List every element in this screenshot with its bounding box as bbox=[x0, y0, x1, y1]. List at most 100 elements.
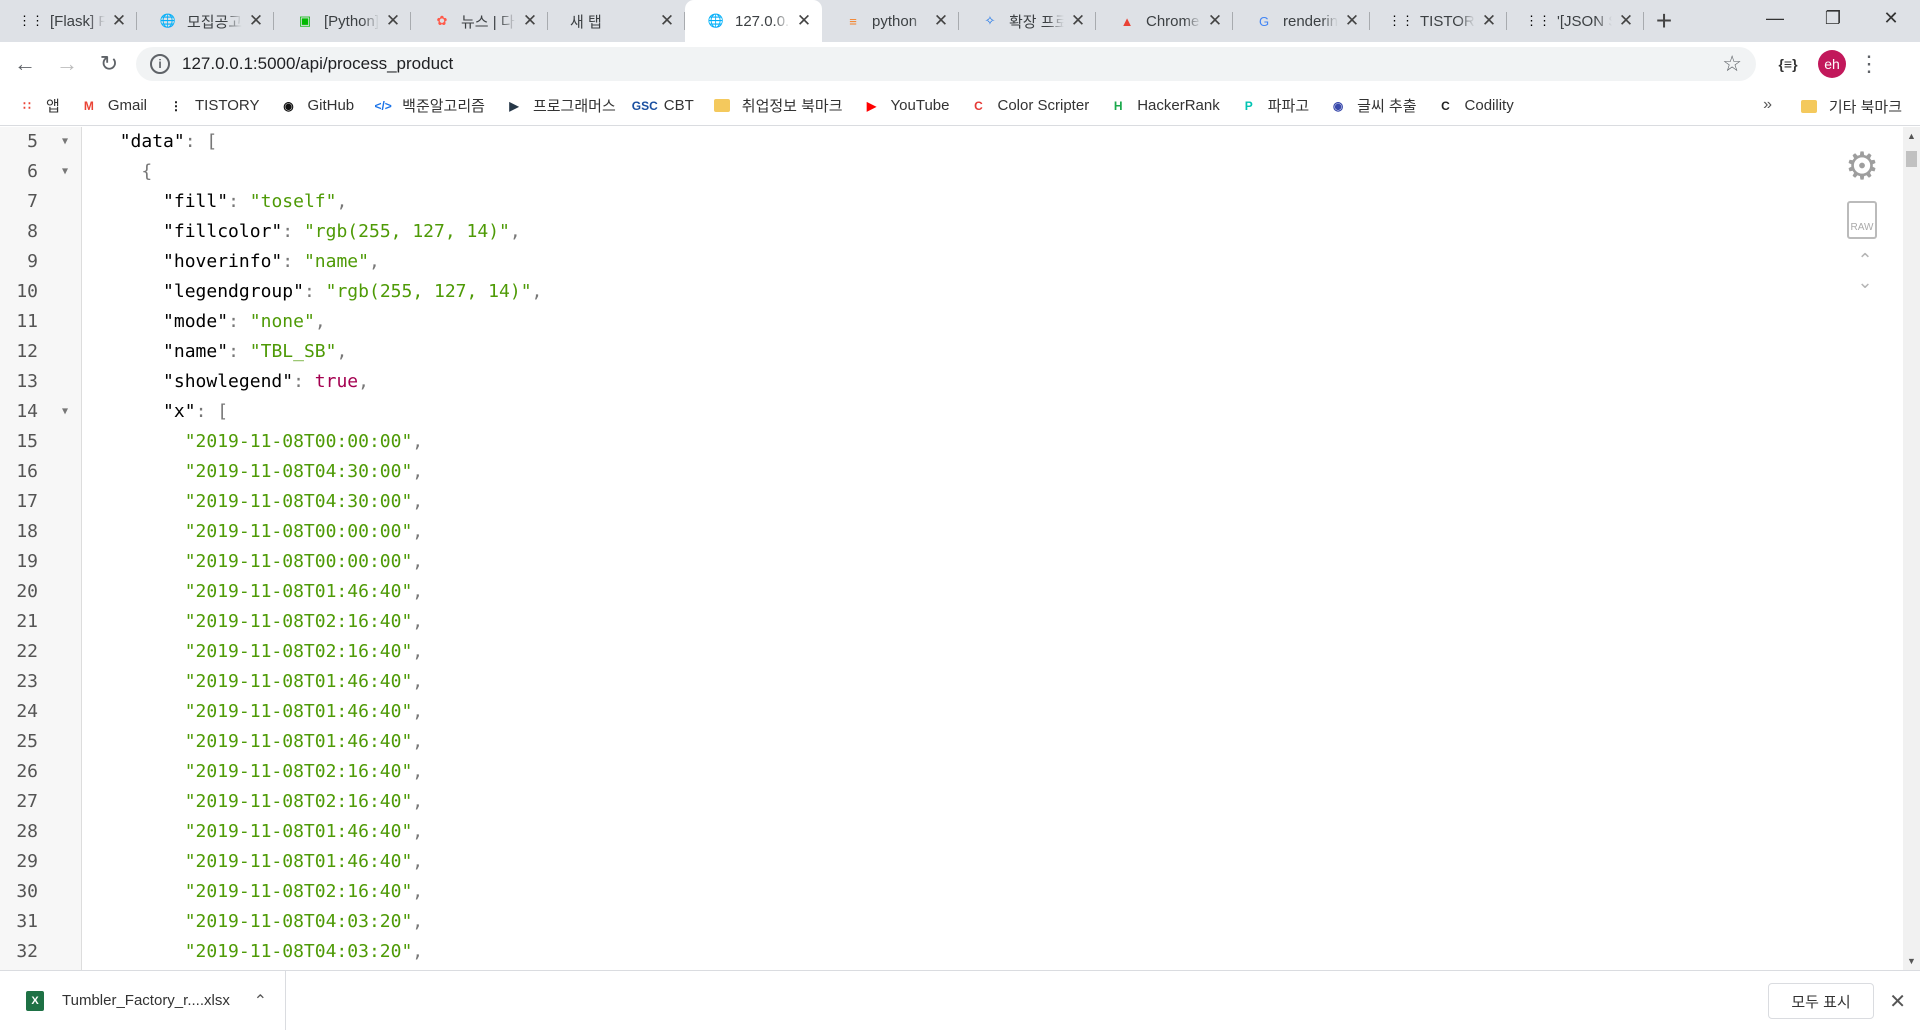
close-tab-icon[interactable]: ✕ bbox=[1344, 11, 1360, 31]
bookmark-label: Codility bbox=[1464, 97, 1514, 114]
tab-title: 새 탭 bbox=[570, 13, 602, 31]
tab-9[interactable]: Grendering ✕ bbox=[1233, 0, 1370, 42]
bookmark-1[interactable]: M Gmail bbox=[80, 97, 147, 115]
back-button[interactable]: ← bbox=[8, 47, 42, 81]
minimize-button[interactable]: — bbox=[1746, 0, 1804, 36]
bookmark-label: 취업정보 북마크 bbox=[741, 98, 843, 115]
fold-toggle-icon[interactable]: ▼ bbox=[62, 397, 68, 427]
close-tab-icon[interactable]: ✕ bbox=[1481, 11, 1497, 31]
close-tab-icon[interactable]: ✕ bbox=[796, 11, 812, 31]
bookmark-3[interactable]: ◉ GitHub bbox=[279, 97, 354, 115]
address-bar[interactable]: i 127.0.0.1:5000/api/process_product ☆ bbox=[136, 47, 1756, 81]
bookmark-8[interactable]: ▶ YouTube bbox=[863, 97, 950, 115]
bookmark-5[interactable]: ▶ 프로그래머스 bbox=[505, 95, 615, 116]
fold-toggle-icon[interactable]: ▼ bbox=[62, 157, 68, 187]
close-tab-icon[interactable]: ✕ bbox=[111, 11, 127, 31]
close-download-shelf-icon[interactable]: ✕ bbox=[1889, 989, 1906, 1014]
browser-menu-button[interactable]: ⋮ bbox=[1854, 46, 1884, 82]
tab-title: TISTORY bbox=[1420, 12, 1475, 30]
json-line: 18 "2019-11-08T00:00:00", bbox=[0, 517, 1860, 547]
json-line: 16 "2019-11-08T04:30:00", bbox=[0, 457, 1860, 487]
bookmark-11[interactable]: P 파파고 bbox=[1240, 95, 1309, 116]
maximize-button[interactable]: ❐ bbox=[1804, 0, 1862, 36]
tab-8[interactable]: ▲ Chrome ✕ bbox=[1096, 0, 1233, 42]
tab-10[interactable]: ⋮⋮ TISTORY ✕ bbox=[1370, 0, 1507, 42]
bookmarks-overflow-button[interactable]: » bbox=[1763, 96, 1772, 114]
bookmark-6[interactable]: GSC CBT bbox=[632, 97, 694, 115]
new-tab-button[interactable]: + bbox=[1644, 0, 1684, 42]
close-tab-icon[interactable]: ✕ bbox=[1618, 11, 1634, 31]
folder-icon bbox=[713, 99, 730, 112]
bookmark-10[interactable]: H HackerRank bbox=[1109, 97, 1220, 115]
tab-7[interactable]: ✧ 확장 프로그램 ✕ bbox=[959, 0, 1096, 42]
tab-11[interactable]: ⋮⋮ '[JSON S ✕ bbox=[1507, 0, 1644, 42]
tab-2[interactable]: ▣ [Python] ✕ bbox=[274, 0, 411, 42]
bookmark-4[interactable]: </> 백준알고리즘 bbox=[374, 95, 485, 116]
download-item[interactable]: X Tumbler_Factory_r....xlsx ⌃ bbox=[0, 970, 286, 1030]
json-line: 13 "showlegend": true, bbox=[0, 367, 1860, 397]
line-number: 26 bbox=[16, 761, 38, 782]
json-line: 32 "2019-11-08T04:03:20", bbox=[0, 937, 1860, 967]
site-info-icon[interactable]: i bbox=[150, 54, 170, 74]
close-tab-icon[interactable]: ✕ bbox=[1070, 11, 1086, 31]
close-tab-icon[interactable]: ✕ bbox=[522, 11, 538, 31]
json-string-value: "2019-11-08T02:16:40" bbox=[184, 791, 413, 812]
json-string-value: "2019-11-08T02:16:40" bbox=[184, 761, 413, 782]
tab-1[interactable]: 🌐 모집공고 ✕ bbox=[137, 0, 274, 42]
json-source: "x": [ bbox=[163, 401, 229, 422]
raw-view-button[interactable]: RAW bbox=[1847, 201, 1877, 239]
tab-0[interactable]: ⋮⋮ [Flask] Flask ✕ bbox=[0, 0, 137, 42]
json-string-value: "none" bbox=[249, 311, 315, 332]
scroll-up-arrow-icon[interactable]: ▲ bbox=[1907, 131, 1916, 141]
json-line: 26 "2019-11-08T02:16:40", bbox=[0, 757, 1860, 787]
show-all-downloads-button[interactable]: 모두 표시 bbox=[1768, 983, 1874, 1019]
json-extension-button[interactable]: {≡} bbox=[1770, 46, 1806, 82]
close-tab-icon[interactable]: ✕ bbox=[248, 11, 264, 31]
tab-title: 확장 프로그램 bbox=[1009, 13, 1064, 31]
bookmark-2[interactable]: ⋮ TISTORY bbox=[167, 97, 259, 115]
settings-gear-icon[interactable]: ⚙ bbox=[1844, 148, 1880, 186]
tab-6[interactable]: ≡ python ✕ bbox=[822, 0, 959, 42]
close-window-button[interactable]: ✕ bbox=[1862, 0, 1920, 36]
scroll-down-arrow-icon[interactable]: ▼ bbox=[1907, 956, 1916, 966]
bookmark-7[interactable]: 취업정보 북마크 bbox=[713, 95, 843, 116]
line-number: 11 bbox=[16, 311, 38, 332]
download-filename[interactable]: Tumbler_Factory_r....xlsx bbox=[62, 992, 254, 1009]
reload-button[interactable]: ↻ bbox=[92, 47, 126, 81]
bookmark-13[interactable]: C Codility bbox=[1437, 97, 1514, 115]
json-string-text: rgb(255, 127, 14) bbox=[314, 221, 500, 242]
apps-grid-icon: ∷ bbox=[23, 98, 31, 113]
bookmark-star-icon[interactable]: ☆ bbox=[1722, 51, 1742, 77]
json-key-text: data bbox=[130, 131, 174, 152]
scrollbar-thumb[interactable] bbox=[1906, 151, 1917, 167]
tab-3[interactable]: ✿ 뉴스 | 다음 ✕ bbox=[411, 0, 548, 42]
bookmark-12[interactable]: ◉ 글씨 추출 bbox=[1329, 95, 1417, 116]
puzzle-icon: ✧ bbox=[984, 13, 996, 28]
forward-button[interactable]: → bbox=[50, 47, 84, 81]
expand-all-icon[interactable]: ⌄ bbox=[1844, 271, 1886, 293]
tab-title: Chrome bbox=[1146, 12, 1200, 30]
collapse-all-icon[interactable]: ⌃ bbox=[1844, 249, 1886, 271]
close-tab-icon[interactable]: ✕ bbox=[1207, 11, 1223, 31]
tab-5[interactable]: 🌐 127.0.0.1 ✕ bbox=[685, 0, 822, 42]
close-tab-icon[interactable]: ✕ bbox=[933, 11, 949, 31]
json-string-value: "2019-11-08T00:00:00" bbox=[184, 431, 413, 452]
chevron-up-icon[interactable]: ⌃ bbox=[254, 991, 267, 1011]
bookmark-0[interactable]: ∷ 앱 bbox=[18, 95, 60, 116]
tistory-icon: ⋮⋮ bbox=[1388, 13, 1414, 28]
json-string-text: 2019-11-08T04:30:00 bbox=[195, 461, 402, 482]
other-bookmarks-folder[interactable]: 기타 북마크 bbox=[1800, 96, 1902, 117]
tab-4[interactable]: 새 탭 ✕ bbox=[548, 0, 685, 42]
json-key-text: hoverinfo bbox=[173, 251, 272, 272]
vertical-scrollbar[interactable]: ▲ ▼ bbox=[1903, 127, 1920, 970]
close-tab-icon[interactable]: ✕ bbox=[659, 11, 675, 31]
profile-avatar[interactable]: eh bbox=[1818, 50, 1846, 78]
json-line: 24 "2019-11-08T01:46:40", bbox=[0, 697, 1860, 727]
url-text[interactable]: 127.0.0.1:5000/api/process_product bbox=[182, 54, 1722, 74]
json-string-value: "2019-11-08T00:00:00" bbox=[184, 551, 413, 572]
fold-toggle-icon[interactable]: ▼ bbox=[62, 127, 68, 157]
json-string-text: 2019-11-08T01:46:40 bbox=[195, 731, 402, 752]
json-line: 6 ▼ { bbox=[0, 157, 1860, 187]
bookmark-9[interactable]: C Color Scripter bbox=[970, 97, 1089, 115]
close-tab-icon[interactable]: ✕ bbox=[385, 11, 401, 31]
